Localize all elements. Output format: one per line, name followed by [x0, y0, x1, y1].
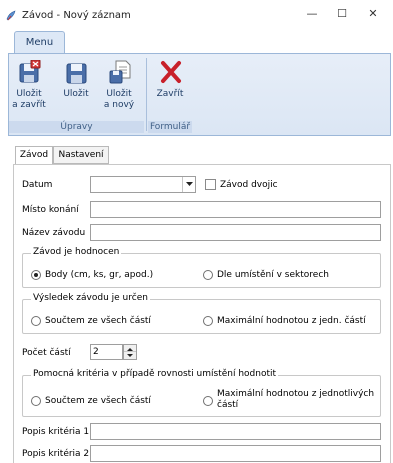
save-button[interactable]: Uložit — [60, 56, 92, 118]
datum-dropdown[interactable] — [90, 176, 196, 193]
criterion2-input[interactable] — [90, 445, 381, 462]
tab-zavod[interactable]: Závod — [15, 146, 53, 165]
group-label-upravy: Úpravy — [9, 121, 144, 133]
evaluation-points-radio[interactable] — [31, 270, 41, 280]
aux-max-label-2: částí — [217, 400, 239, 410]
ribbon: Uložit a zavřít Uložit Uložit a nový Úprav… — [8, 53, 391, 136]
save-new-icon — [109, 60, 131, 84]
race-name-input[interactable] — [90, 224, 381, 241]
evaluation-points-label: Body (cm, ks, gr, apod.) — [45, 270, 154, 280]
aux-sum-radio[interactable] — [31, 396, 41, 406]
criterion1-label: Popis kritéria 1 — [22, 427, 90, 437]
save-close-button[interactable]: Uložit a zavřít — [12, 56, 46, 118]
datum-label: Datum — [22, 180, 53, 190]
aux-max-label-1: Maximální hodnotou z jednotlivých — [217, 389, 375, 399]
save-new-label-2: a nový — [103, 100, 135, 110]
form-panel: Datum Závod dvojic Místo konání Název zá… — [13, 164, 391, 463]
double-race-label: Závod dvojic — [220, 180, 278, 190]
aux-sum-label: Součtem ze všech částí — [45, 396, 151, 406]
group-upravy: Uložit a zavřít Uložit Uložit a nový Úprav… — [9, 56, 144, 133]
close-x-icon — [161, 61, 181, 83]
race-name-label: Název závodu — [22, 228, 86, 238]
aux-criteria-title: Pomocná kritéria v případě rovnosti umís… — [31, 369, 279, 379]
spin-up-icon[interactable] — [124, 345, 136, 352]
close-window-button[interactable]: ✕ — [364, 7, 382, 23]
chevron-down-icon[interactable] — [182, 177, 195, 192]
aux-criteria-group: Pomocná kritéria v případě rovnosti umís… — [22, 369, 381, 417]
save-close-icon — [19, 60, 41, 83]
save-icon — [66, 63, 87, 84]
maximize-button[interactable]: ☐ — [333, 7, 351, 23]
tab-nastaveni[interactable]: Nastavení — [53, 146, 109, 164]
spin-down-icon[interactable] — [124, 352, 136, 359]
aux-max-radio[interactable] — [203, 396, 213, 406]
result-group-title: Výsledek závodu je určen — [31, 293, 150, 303]
group-separator — [146, 58, 147, 131]
spin-buttons[interactable] — [123, 344, 137, 360]
venue-input[interactable] — [90, 201, 381, 218]
result-sum-radio[interactable] — [31, 316, 41, 326]
ribbon-tabs: Menu — [8, 31, 391, 53]
close-button[interactable]: Zavřít — [154, 56, 186, 118]
group-label-formular: Formulář — [148, 121, 192, 133]
evaluation-group: Závod je hodnocen Body (cm, ks, gr, apod… — [22, 247, 381, 288]
save-close-label-2: a zavřít — [12, 100, 46, 110]
app-icon — [6, 10, 16, 21]
window-title: Závod - Nový záznam — [22, 10, 131, 21]
result-sum-label: Součtem ze všech částí — [45, 316, 151, 326]
parts-count-label: Počet částí — [22, 348, 71, 358]
result-max-label: Maximální hodnotou z jedn. částí — [217, 316, 366, 326]
close-label: Zavřít — [156, 89, 184, 99]
save-label: Uložit — [63, 89, 89, 99]
criterion1-input[interactable] — [90, 423, 381, 440]
result-group: Výsledek závodu je určen Součtem ze všec… — [22, 293, 381, 334]
evaluation-group-title: Závod je hodnocen — [31, 247, 122, 257]
venue-label: Místo konání — [22, 205, 79, 215]
result-max-radio[interactable] — [203, 316, 213, 326]
evaluation-sector-label: Dle umístění v sektorech — [217, 270, 329, 280]
criterion2-label: Popis kritéria 2 — [22, 449, 90, 459]
double-race-checkbox[interactable] — [205, 179, 216, 190]
save-new-button[interactable]: Uložit a nový — [103, 56, 135, 118]
evaluation-sector-radio[interactable] — [203, 270, 213, 280]
save-close-label-1: Uložit — [16, 89, 42, 99]
title-bar: Závod - Nový záznam — ☐ ✕ — [0, 0, 393, 31]
group-formular: Zavřít Formulář — [148, 56, 192, 133]
minimize-button[interactable]: — — [303, 7, 321, 23]
save-new-label-1: Uložit — [106, 89, 132, 99]
tab-menu[interactable]: Menu — [14, 31, 65, 53]
parts-count-value[interactable]: 2 — [90, 344, 123, 360]
